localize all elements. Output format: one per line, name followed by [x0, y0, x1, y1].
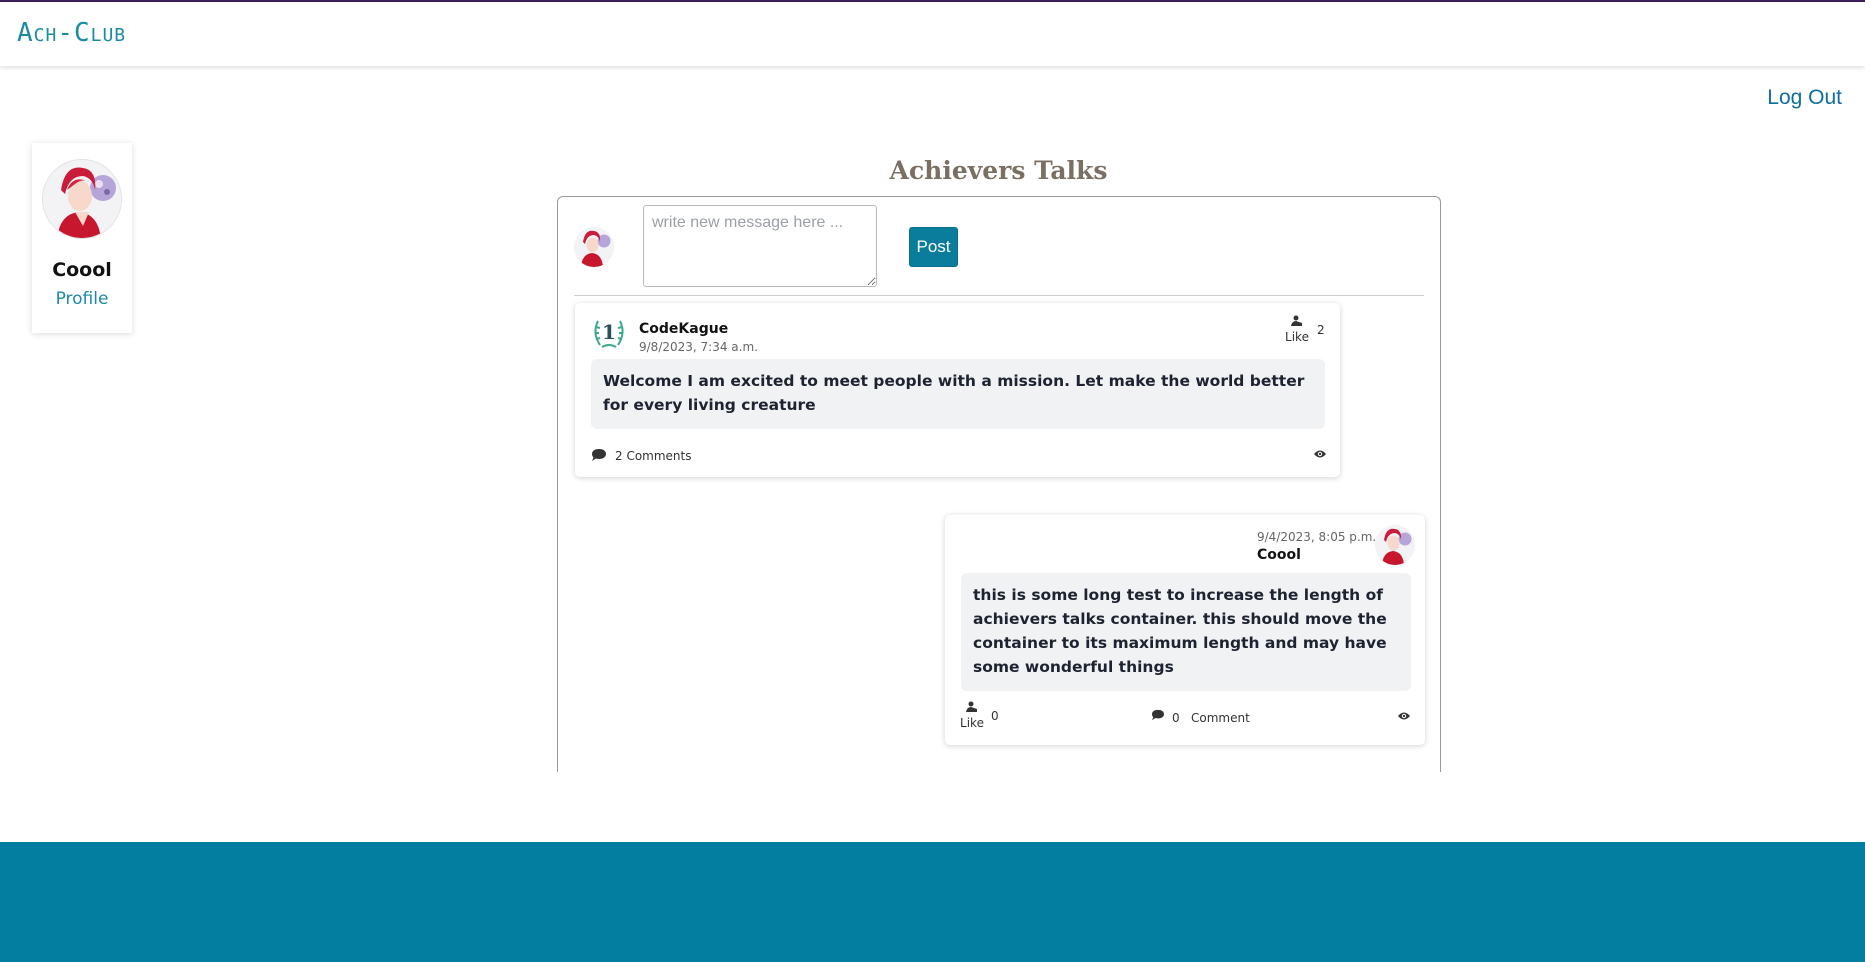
post-card: 9/4/2023, 8:05 p.m. Coool this is some l… [945, 515, 1425, 745]
like-hand-icon [1291, 315, 1302, 326]
like-label: Like [1285, 330, 1309, 344]
divider [574, 295, 1424, 296]
new-message-input[interactable] [643, 205, 877, 287]
post-date: 9/8/2023, 7:34 a.m. [639, 340, 758, 354]
comment-bubble-icon[interactable] [1151, 709, 1165, 721]
post-author[interactable]: CodeKague [639, 321, 728, 337]
footer [0, 842, 1865, 962]
post-body: Welcome I am excited to meet people with… [591, 359, 1325, 429]
comments-link[interactable]: Comment [1191, 711, 1250, 725]
comments-link[interactable]: 2 Comments [615, 449, 692, 463]
comment-count: 0 [1172, 711, 1180, 725]
like-hand-icon [966, 701, 977, 712]
like-label: Like [960, 716, 984, 730]
page-title: Achievers Talks [889, 156, 1108, 185]
talks-container: Post 1 CodeKague 9/8/2023, 7:34 a.m. Lik… [557, 196, 1441, 772]
like-button[interactable]: Like [1283, 315, 1311, 344]
svg-text:1: 1 [602, 320, 616, 344]
brand-logo[interactable]: Ach-Club [17, 18, 126, 48]
like-button[interactable]: Like [959, 701, 985, 730]
user-avatar-icon [574, 227, 614, 267]
eye-icon[interactable] [1397, 711, 1411, 721]
comment-bubble-icon[interactable] [591, 448, 607, 462]
post-date: 9/4/2023, 8:05 p.m. [1257, 530, 1377, 544]
logout-link[interactable]: Log Out [1767, 86, 1842, 110]
user-avatar-icon [42, 159, 122, 239]
eye-icon[interactable] [1313, 449, 1327, 459]
profile-link[interactable]: Profile [32, 289, 132, 309]
badge-laurel-icon: 1 [594, 320, 624, 348]
profile-name: Coool [52, 259, 112, 281]
post-author[interactable]: Coool [1257, 547, 1301, 563]
user-avatar-icon [1375, 525, 1415, 565]
profile-card: Coool Profile [32, 143, 132, 333]
navbar: Ach-Club [0, 2, 1865, 66]
post-card: 1 CodeKague 9/8/2023, 7:34 a.m. Like 2 W… [575, 303, 1340, 477]
post-button[interactable]: Post [909, 227, 958, 267]
like-count: 0 [991, 709, 999, 723]
post-body: this is some long test to increase the l… [961, 573, 1411, 691]
like-count: 2 [1317, 323, 1325, 337]
